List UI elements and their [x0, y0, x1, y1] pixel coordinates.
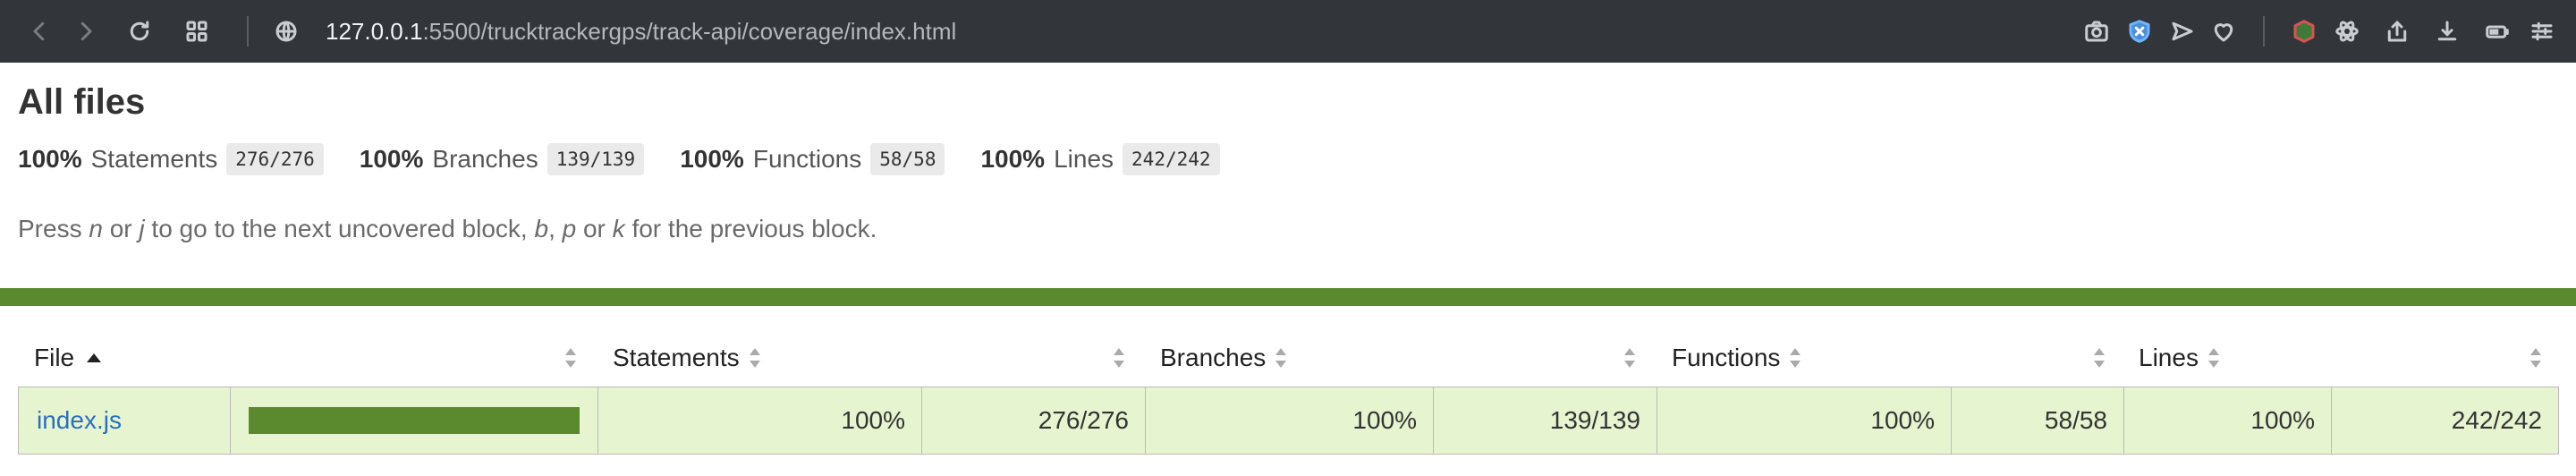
file-cell: index.js: [19, 387, 231, 454]
statements-pct-cell: 100%: [598, 387, 922, 454]
coverage-table: File Statements Branches Functions Lines: [18, 329, 2559, 455]
column-header-file[interactable]: File: [34, 329, 102, 387]
reload-icon: [130, 21, 149, 41]
file-link[interactable]: index.js: [19, 406, 122, 435]
share-icon: [2387, 21, 2407, 42]
coverage-bar: [249, 407, 580, 434]
toolbar-divider: [247, 16, 249, 47]
summary-functions: 100% Functions 58/58: [680, 143, 945, 175]
chevron-right-icon: [80, 21, 92, 41]
lines-fraction-cell: 242/242: [2451, 406, 2542, 434]
url-path: :5500/trucktrackergps/track-api/coverage…: [422, 18, 957, 45]
summary-label: Statements: [90, 145, 218, 173]
functions-pct-cell: 100%: [1657, 387, 1952, 454]
extension-shield-button[interactable]: [2122, 13, 2157, 49]
sort-icon[interactable]: [2529, 347, 2542, 369]
heart-icon: [2214, 23, 2233, 42]
column-label: Branches: [1160, 344, 1267, 371]
react-devtools-button[interactable]: [2329, 13, 2365, 49]
site-info-button[interactable]: [268, 13, 304, 49]
camera-icon: [2085, 21, 2108, 42]
sort-icon[interactable]: [564, 347, 577, 369]
summary-label: Functions: [752, 145, 862, 173]
column-label: File: [34, 344, 75, 371]
coverage-bar-cell: [231, 387, 598, 454]
back-button[interactable]: [21, 13, 57, 49]
column-label: Lines: [2139, 344, 2199, 371]
branches-pct-cell: 100%: [1146, 387, 1434, 454]
shield-icon: [2129, 20, 2150, 43]
summary-pct: 100%: [359, 145, 424, 173]
summary-pct: 100%: [18, 145, 82, 173]
column-header-lines[interactable]: Lines: [2139, 329, 2220, 387]
sort-icon: [749, 347, 761, 369]
toolbar-divider-2: [2263, 16, 2265, 47]
url-host: 127.0.0.1: [326, 18, 423, 45]
downloads-button[interactable]: [2429, 13, 2465, 49]
sort-ascending-icon: [87, 353, 102, 362]
grid-icon: [186, 21, 208, 42]
globe-icon: [275, 21, 297, 42]
summary-fraction: 276/276: [226, 143, 324, 175]
battery-icon: [2486, 25, 2509, 38]
favorite-button[interactable]: [2206, 13, 2241, 49]
battery-status: [2479, 13, 2515, 49]
coverage-summary: 100% Statements 276/276 100% Branches 13…: [18, 143, 1256, 175]
sort-icon[interactable]: [1113, 347, 1125, 369]
functions-fraction-cell: 58/58: [1952, 387, 2124, 454]
lines-pct-cell: 100%: [2124, 387, 2332, 454]
summary-fraction: 242/242: [1123, 143, 1220, 175]
extension-cube-button[interactable]: [2286, 13, 2322, 49]
summary-statements: 100% Statements 276/276: [18, 143, 324, 175]
summary-fraction: 58/58: [870, 143, 945, 175]
keyboard-hint: Press n or j to go to the next uncovered…: [18, 215, 877, 242]
summary-lines: 100% Lines 242/242: [980, 143, 1220, 175]
reload-button[interactable]: [122, 13, 157, 49]
coverage-status-bar: [0, 288, 2576, 306]
sort-icon: [1789, 347, 1801, 369]
address-bar[interactable]: 127.0.0.1:5500/trucktrackergps/track-api…: [326, 16, 956, 47]
summary-pct: 100%: [680, 145, 744, 173]
table-header: File Statements Branches Functions Lines: [18, 329, 2559, 387]
summary-label: Branches: [432, 145, 538, 173]
send-button[interactable]: [2165, 13, 2200, 49]
send-icon: [2172, 21, 2193, 41]
sort-icon[interactable]: [1623, 347, 1636, 369]
forward-button[interactable]: [68, 13, 104, 49]
summary-fraction: 139/139: [547, 143, 645, 175]
screenshot-button[interactable]: [2079, 13, 2114, 49]
column-label: Statements: [613, 344, 740, 371]
summary-pct: 100%: [980, 145, 1046, 173]
coverage-page: All files 100% Statements 276/276 100% B…: [0, 63, 2576, 476]
cube-icon: [2293, 20, 2315, 43]
column-header-functions[interactable]: Functions: [1672, 329, 1801, 387]
share-button[interactable]: [2379, 13, 2415, 49]
sliders-icon: [2531, 21, 2553, 41]
column-header-statements[interactable]: Statements: [613, 329, 761, 387]
table-row: index.js 100% 276/276 100% 139/139 100% …: [18, 387, 2559, 455]
tab-overview-button[interactable]: [179, 13, 215, 49]
chevron-left-icon: [33, 21, 45, 41]
column-label: Functions: [1672, 344, 1781, 371]
column-header-branches[interactable]: Branches: [1160, 329, 1287, 387]
sort-icon: [1275, 347, 1287, 369]
download-icon: [2437, 21, 2457, 41]
statements-fraction-cell: 276/276: [922, 387, 1146, 454]
summary-branches: 100% Branches 139/139: [359, 143, 645, 175]
settings-button[interactable]: [2524, 13, 2560, 49]
branches-fraction-cell: 139/139: [1434, 387, 1657, 454]
browser-toolbar: 127.0.0.1:5500/trucktrackergps/track-api…: [0, 0, 2576, 63]
summary-label: Lines: [1054, 145, 1114, 173]
page-title: All files: [18, 82, 146, 122]
sort-icon[interactable]: [2093, 347, 2106, 369]
sort-icon: [2207, 347, 2220, 369]
atom-icon: [2335, 21, 2359, 42]
